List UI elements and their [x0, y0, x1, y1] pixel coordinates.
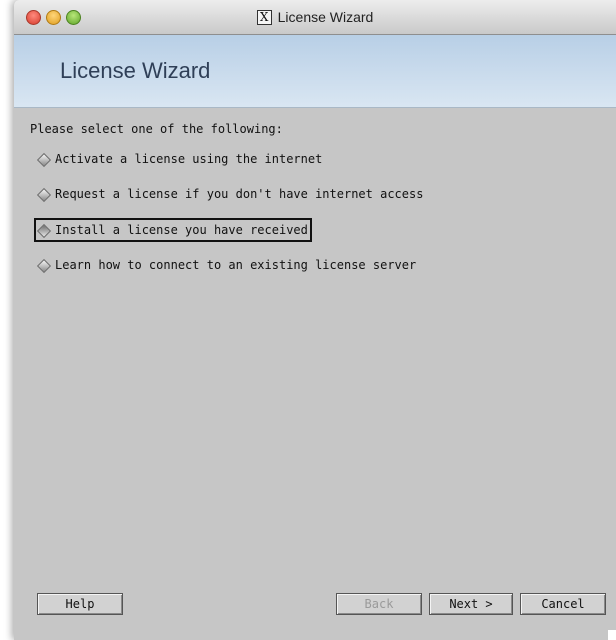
option-label: Install a license you have received [55, 223, 308, 237]
x11-app-icon: X [256, 9, 272, 25]
radio-diamond-icon[interactable] [38, 260, 49, 271]
option-label: Activate a license using the internet [55, 152, 323, 166]
next-button[interactable]: Next > [429, 593, 513, 615]
radio-diamond-icon[interactable] [38, 225, 49, 236]
radio-diamond-icon[interactable] [38, 189, 49, 200]
help-button[interactable]: Help [37, 593, 123, 615]
resize-grip[interactable] [608, 630, 616, 640]
cancel-button[interactable]: Cancel [520, 593, 606, 615]
banner-title: License Wizard [60, 58, 211, 83]
option-label: Learn how to connect to an existing lice… [55, 258, 417, 272]
option-activate-online[interactable]: Activate a license using the internet [34, 149, 326, 169]
radio-diamond-icon[interactable] [38, 154, 49, 165]
window-title: License Wizard [277, 9, 374, 25]
option-label: Request a license if you don't have inte… [55, 187, 424, 201]
wizard-banner: License Wizard [14, 35, 616, 108]
option-install-license[interactable]: Install a license you have received [34, 218, 312, 242]
back-button[interactable]: Back [336, 593, 422, 615]
title-bar[interactable]: X License Wizard [14, 0, 616, 35]
option-request-license[interactable]: Request a license if you don't have inte… [34, 184, 427, 204]
license-wizard-window: X License Wizard License Wizard Please s… [14, 0, 616, 640]
selection-prompt: Please select one of the following: [30, 122, 283, 136]
title-wrap: X License Wizard [14, 0, 616, 34]
option-connect-server[interactable]: Learn how to connect to an existing lice… [34, 255, 420, 275]
